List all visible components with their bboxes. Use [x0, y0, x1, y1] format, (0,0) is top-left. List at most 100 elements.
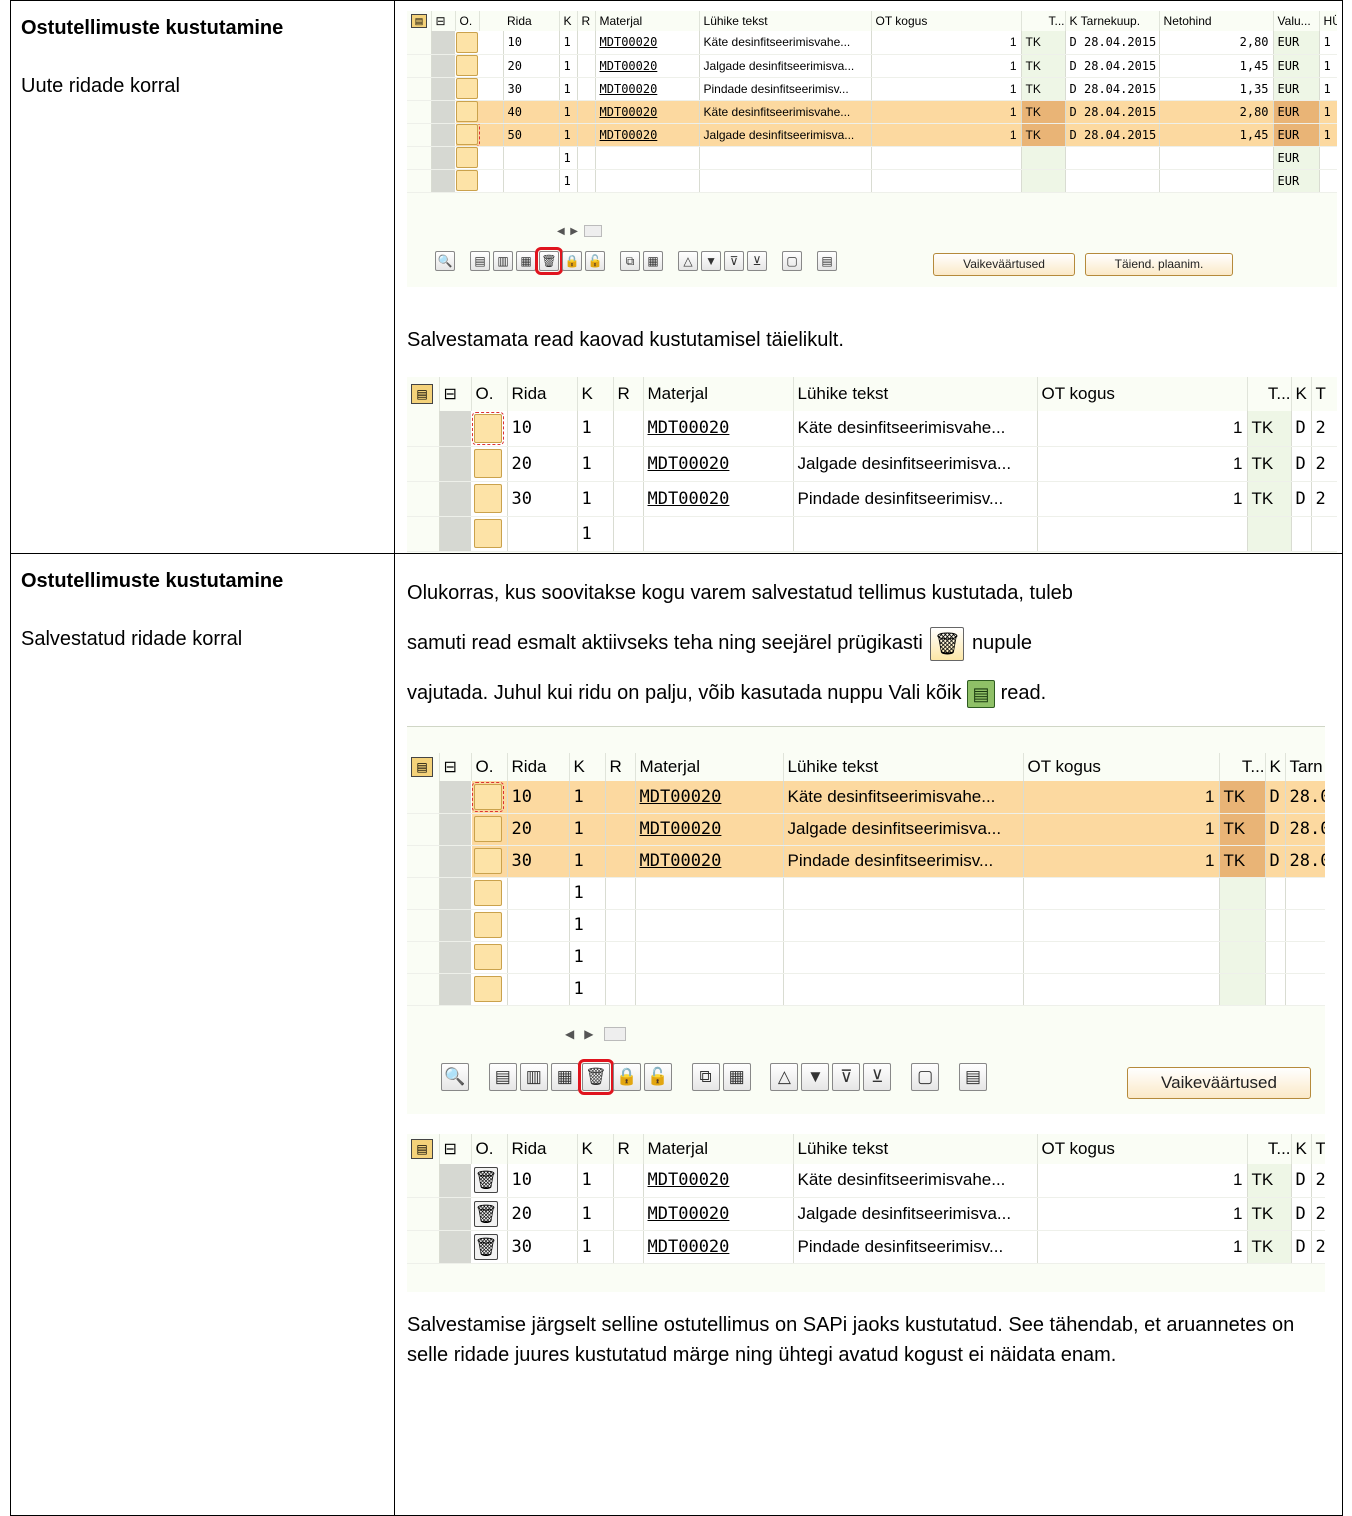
- col-header-luhike-tekst[interactable]: Lühike tekst: [793, 1134, 1038, 1164]
- material-link[interactable]: MDT00020: [600, 35, 658, 49]
- unlock-icon[interactable]: 🔓: [643, 1063, 672, 1091]
- row-selector[interactable]: [431, 77, 456, 101]
- cell-materjal[interactable]: [595, 146, 700, 170]
- details-icon[interactable]: 🔍: [441, 1063, 470, 1091]
- row-status-cell[interactable]: [455, 146, 504, 170]
- copy-icon[interactable]: ⧉: [620, 251, 641, 271]
- cell-materjal[interactable]: [635, 941, 784, 974]
- row-status-box[interactable]: [473, 519, 502, 548]
- material-link[interactable]: MDT00020: [648, 454, 730, 474]
- sort-icon[interactable]: △: [770, 1063, 799, 1091]
- col-header-r[interactable]: R: [613, 377, 644, 411]
- material-link[interactable]: MDT00020: [640, 787, 722, 807]
- material-link[interactable]: MDT00020: [600, 82, 658, 96]
- row-status-cell[interactable]: [471, 516, 508, 552]
- grid-config-icon[interactable]: ▤: [407, 11, 432, 31]
- row-selector[interactable]: [439, 1230, 472, 1264]
- cell-materjal[interactable]: MDT00020: [643, 411, 794, 447]
- row-status-cell[interactable]: [471, 973, 508, 1006]
- material-link[interactable]: MDT00020: [648, 489, 730, 509]
- row-selector[interactable]: [439, 516, 472, 552]
- table-row[interactable]: 1 EUR: [407, 169, 1338, 193]
- horizontal-scroll-2[interactable]: ◀ ▶: [565, 1027, 626, 1041]
- horizontal-scroll[interactable]: ◀ ▶: [557, 225, 602, 237]
- row-status-box[interactable]: [473, 848, 502, 874]
- row-status-box[interactable]: [471, 411, 504, 445]
- col-header-materjal[interactable]: Materjal: [635, 753, 784, 781]
- cell-materjal[interactable]: MDT00020: [635, 781, 784, 814]
- col-header-ot-kogus[interactable]: OT kogus: [1037, 377, 1248, 411]
- material-link[interactable]: MDT00020: [600, 128, 658, 142]
- col-header-valuuta[interactable]: Valu...: [1273, 11, 1320, 31]
- row-status-cell[interactable]: [455, 169, 504, 193]
- col-header-o[interactable]: O.: [471, 377, 508, 411]
- row-status-cell[interactable]: [455, 31, 504, 55]
- grid-config-icon[interactable]: ▤: [407, 753, 440, 781]
- table-row[interactable]: 1: [407, 941, 1326, 974]
- row-status-box[interactable]: [455, 101, 478, 122]
- table-row[interactable]: 20 1 MDT00020 Jalgade desinfitseerimisva…: [407, 813, 1326, 846]
- row-selector[interactable]: [439, 877, 472, 910]
- col-header-k2[interactable]: K: [1291, 1134, 1312, 1164]
- row-status-cell[interactable]: [471, 446, 508, 482]
- col-header-t[interactable]: T...: [1247, 377, 1292, 411]
- material-link[interactable]: MDT00020: [640, 819, 722, 839]
- scroll-right-icon[interactable]: ▶: [570, 226, 578, 237]
- row-status-cell[interactable]: [455, 77, 504, 101]
- select-all-header-icon[interactable]: ⊟: [439, 1134, 472, 1164]
- row-status-cell[interactable]: 🗑: [471, 1230, 508, 1264]
- col-header-luhike-tekst[interactable]: Lühike tekst: [793, 377, 1038, 411]
- cell-materjal[interactable]: MDT00020: [643, 481, 794, 517]
- additional-planning-button[interactable]: Täiend. plaanim.: [1085, 253, 1234, 276]
- table-row[interactable]: 50 1 MDT00020 Jalgade desinfitseerimisva…: [407, 123, 1338, 147]
- row-selector[interactable]: [439, 1164, 472, 1198]
- col-header-rida[interactable]: Rida: [503, 11, 560, 31]
- cell-materjal[interactable]: MDT00020: [635, 813, 784, 846]
- row-selector[interactable]: [439, 909, 472, 942]
- col-header-rida[interactable]: Rida: [507, 377, 578, 411]
- col-header-last[interactable]: T: [1311, 377, 1338, 411]
- insert-icon[interactable]: ▦: [643, 251, 664, 271]
- col-header-last[interactable]: T: [1311, 1134, 1326, 1164]
- cell-materjal[interactable]: MDT00020: [595, 54, 700, 78]
- cell-materjal[interactable]: MDT00020: [643, 446, 794, 482]
- select-block-icon[interactable]: ▦: [550, 1063, 579, 1091]
- lock-icon[interactable]: 🔒: [612, 1063, 641, 1091]
- row-status-cell[interactable]: [471, 481, 508, 517]
- row-selector[interactable]: [439, 973, 472, 1006]
- col-header-k2[interactable]: K: [1265, 753, 1286, 781]
- scroll-left-icon-2[interactable]: ◀: [565, 1027, 574, 1041]
- material-link[interactable]: MDT00020: [648, 1170, 730, 1190]
- row-selector[interactable]: [431, 54, 456, 78]
- col-header-k[interactable]: K: [559, 11, 578, 31]
- row-selector[interactable]: [439, 446, 472, 482]
- row-selector[interactable]: [439, 481, 472, 517]
- layout-icon[interactable]: ▤: [817, 251, 838, 271]
- table-row[interactable]: 🗑 30 1 MDT00020 Pindade desinfitseerimis…: [407, 1230, 1326, 1264]
- cell-materjal[interactable]: [643, 516, 794, 552]
- filter-set-icon[interactable]: ⊽: [832, 1063, 861, 1091]
- col-header-ot-kogus[interactable]: OT kogus: [1037, 1134, 1248, 1164]
- select-all-icon[interactable]: ▤: [470, 251, 491, 271]
- scroll-thumb-2[interactable]: [603, 1027, 626, 1041]
- row-selector[interactable]: [439, 845, 472, 878]
- row-status-cell[interactable]: 🗑: [471, 1164, 508, 1198]
- col-header-k[interactable]: K: [569, 753, 606, 781]
- scroll-right-icon-2[interactable]: ▶: [584, 1027, 593, 1041]
- col-header-tarnekuup[interactable]: K Tarnekuup.: [1065, 11, 1160, 31]
- row-status-box[interactable]: [473, 484, 502, 513]
- row-status-cell[interactable]: [471, 813, 508, 846]
- col-header-luhike-tekst[interactable]: Lühike tekst: [699, 11, 872, 31]
- copy-icon[interactable]: ⧉: [691, 1063, 720, 1091]
- table-row[interactable]: 30 1 MDT00020 Pindade desinfitseerimisv.…: [407, 77, 1338, 101]
- layout-icon[interactable]: ▤: [959, 1063, 987, 1091]
- row-status-cell[interactable]: [471, 411, 508, 447]
- table-row[interactable]: 10 1 MDT00020 Käte desinfitseerimisvahe.…: [407, 31, 1338, 55]
- row-selector[interactable]: [431, 146, 456, 170]
- row-status-cell[interactable]: [471, 845, 508, 878]
- col-header-ot-kogus[interactable]: OT kogus: [871, 11, 1022, 31]
- row-status-cell[interactable]: [455, 54, 504, 78]
- table-row[interactable]: 1: [407, 973, 1326, 1006]
- select-all-header-icon[interactable]: ⊟: [431, 11, 456, 31]
- select-all-header-icon[interactable]: ⊟: [439, 753, 472, 781]
